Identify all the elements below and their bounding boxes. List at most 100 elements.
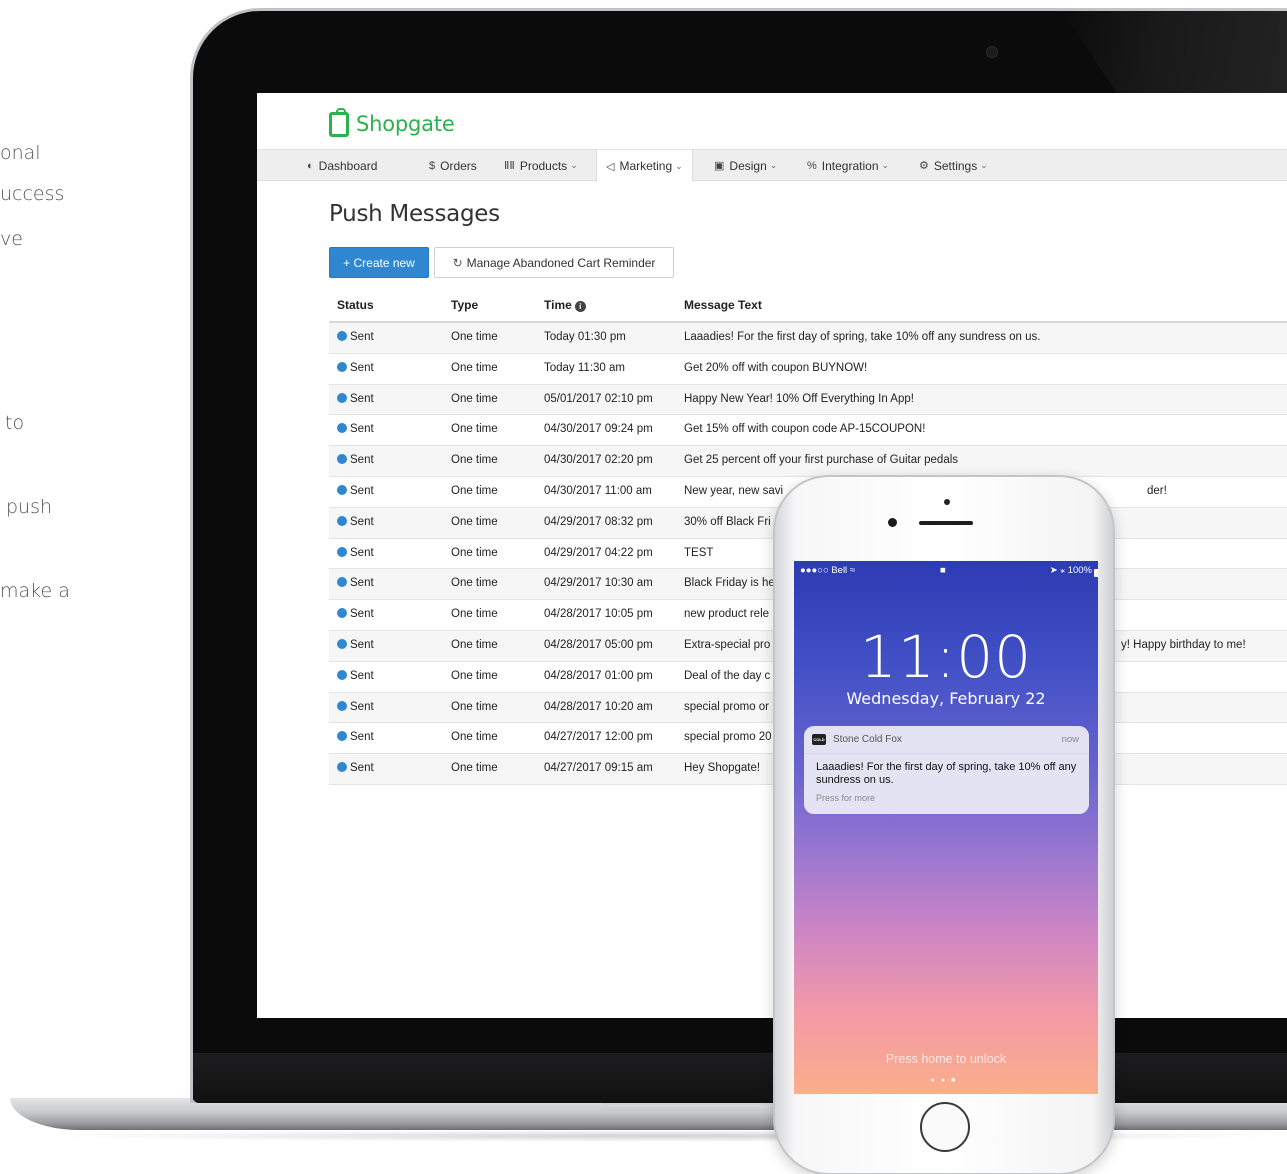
column-header-status[interactable]: Status: [337, 298, 374, 312]
notification-app-name: Stone Cold Fox: [833, 734, 902, 745]
table-header: Status Type Time i Message Text: [329, 289, 1287, 323]
message-cell: Get 20% off with coupon BUYNOW!: [684, 361, 868, 374]
status-cell: Sent: [337, 546, 374, 559]
side-text-line: push: [6, 496, 53, 518]
nav-label: Products: [519, 158, 568, 173]
nav-settings[interactable]: ⚙ Settings ⌄: [919, 150, 988, 181]
time-cell: 04/30/2017 11:00 am: [544, 484, 652, 497]
column-header-message[interactable]: Message Text: [684, 298, 762, 312]
chevron-down-icon: ⌄: [980, 160, 988, 170]
gears-icon: ⚙: [919, 160, 929, 172]
brand-logo[interactable]: Shopgate: [329, 107, 455, 139]
column-header-time[interactable]: Time i: [544, 298, 586, 312]
status-dot-icon: [337, 638, 347, 649]
manage-abandoned-cart-button[interactable]: ↻ Manage Abandoned Cart Reminder: [434, 247, 674, 278]
status-cell: Sent: [337, 454, 374, 466]
status-cell: Sent: [337, 392, 374, 405]
phone-status-bar: ●●●○○ Bell ≈ ■ ➤ ⁎ 100%: [794, 561, 1098, 581]
chevron-down-icon: ⌄: [570, 160, 578, 170]
battery-status: ➤ ⁎ 100%: [1050, 565, 1098, 577]
battery-label: 100%: [1067, 565, 1092, 576]
lock-screen-date: Wednesday, February 22: [846, 689, 1046, 708]
table-row[interactable]: Sent One time 04/30/2017 09:24 pm Get 15% o…: [329, 415, 1287, 447]
side-copy: onal uccess ve to push make a: [0, 0, 120, 700]
status-dot-icon: [337, 484, 347, 495]
laptop-screen: Shopgate ◐ Dashboard $ Orders ⅡⅡ Product…: [257, 93, 1287, 1018]
status-cell: Sent: [337, 731, 374, 743]
message-cell: special promo 20: [684, 731, 772, 744]
table-row[interactable]: Sent One time 04/30/2017 02:20 pm Get 25 pe…: [329, 446, 1287, 477]
type-cell: One time: [451, 454, 498, 467]
notification-time: now: [1061, 734, 1079, 745]
time-cell: 04/30/2017 09:24 pm: [544, 423, 653, 436]
phone-front-camera: [888, 518, 897, 527]
status-cell: Sent: [337, 423, 374, 435]
message-cell-tail: y! Happy birthday to me!: [1121, 638, 1246, 651]
megaphone-icon: ◁: [606, 160, 615, 173]
notification-hint: Press for more: [816, 793, 876, 803]
unlock-hint: Press home to unlock: [885, 1052, 1007, 1066]
message-cell: New year, new savi: [684, 484, 784, 497]
status-cell: Sent: [337, 331, 374, 343]
time-cell: 04/28/2017 10:05 pm: [544, 608, 653, 621]
table-row[interactable]: Sent One time Today 11:30 am Get 20% off wi…: [329, 354, 1287, 385]
button-label: Manage Abandoned Cart Reminder: [466, 255, 656, 270]
status-label: Sent: [350, 638, 374, 651]
nav-integration[interactable]: % Integration ⌄: [807, 150, 889, 181]
status-dot-icon: [337, 515, 347, 526]
info-icon[interactable]: i: [574, 301, 586, 312]
status-dot-icon: [337, 762, 347, 773]
status-dot-icon: [337, 331, 347, 341]
nav-orders[interactable]: $ Orders: [429, 150, 477, 181]
push-notification[interactable]: COLD Stone Cold Fox now Laaadies! For th…: [804, 726, 1089, 814]
message-cell: new product rele: [684, 608, 770, 621]
status-dot-icon: [337, 454, 347, 465]
app-icon: COLD: [812, 734, 826, 745]
status-label: Sent: [350, 700, 374, 713]
message-cell: Black Friday is he: [684, 577, 775, 590]
nav-design[interactable]: ▣ Design ⌄: [714, 150, 777, 181]
message-cell: Laaadies! For the first day of spring, t…: [684, 331, 1041, 343]
status-label: Sent: [350, 515, 374, 528]
time-cell: 05/01/2017 02:10 pm: [544, 392, 653, 405]
time-cell: 04/28/2017 05:00 pm: [544, 638, 653, 651]
table-row[interactable]: Sent One time 05/01/2017 02:10 pm Happy New…: [329, 384, 1287, 416]
status-label: Sent: [350, 731, 374, 744]
status-cell: Sent: [337, 669, 374, 682]
chevron-down-icon: ⌄: [881, 160, 890, 170]
status-label: Sent: [350, 484, 374, 497]
main-navigation: ◐ Dashboard $ Orders ⅡⅡ Products ⌄ ◁ Mar…: [257, 149, 1287, 182]
nav-products[interactable]: ⅡⅡ Products ⌄: [504, 150, 578, 181]
refresh-icon: ↻: [452, 255, 463, 270]
phone-lock-screen: ●●●○○ Bell ≈ ■ ➤ ⁎ 100% 11:00 Wednesday,…: [794, 561, 1098, 1094]
time-cell: Today 01:30 pm: [544, 331, 626, 343]
type-cell: One time: [451, 731, 498, 744]
status-label: Sent: [350, 577, 374, 590]
column-header-type[interactable]: Type: [451, 298, 478, 312]
time-cell: 04/30/2017 02:20 pm: [544, 454, 653, 467]
type-cell: One time: [451, 638, 498, 651]
phone-device: ●●●○○ Bell ≈ ■ ➤ ⁎ 100% 11:00 Wednesday,…: [773, 475, 1115, 1174]
type-cell: One time: [451, 423, 498, 436]
table-row[interactable]: Sent One time Today 01:30 pm Laaadies! For …: [329, 323, 1287, 354]
message-cell: Hey Shopgate!: [684, 762, 761, 775]
nav-label: Settings: [933, 158, 978, 173]
battery-icon: [1094, 569, 1098, 577]
create-new-button[interactable]: + Create new: [329, 247, 429, 278]
lock-icon: ■: [940, 565, 946, 576]
home-button[interactable]: [920, 1102, 970, 1152]
shopping-bag-icon: [329, 107, 349, 137]
nav-dashboard[interactable]: ◐ Dashboard: [307, 150, 377, 181]
status-dot-icon: [337, 577, 347, 588]
chevron-down-icon: ⌄: [769, 160, 778, 170]
barcode-icon: ⅡⅡ: [504, 160, 515, 172]
laptop-chin: [193, 1053, 1287, 1103]
status-cell: Sent: [337, 762, 374, 774]
nav-marketing[interactable]: ◁ Marketing ⌄: [596, 150, 693, 182]
side-text-line: ve: [0, 228, 23, 250]
status-dot-icon: [337, 423, 347, 434]
nav-label: Dashboard: [318, 158, 378, 173]
status-cell: Sent: [337, 361, 374, 374]
status-dot-icon: [337, 608, 347, 619]
status-cell: Sent: [337, 608, 374, 620]
